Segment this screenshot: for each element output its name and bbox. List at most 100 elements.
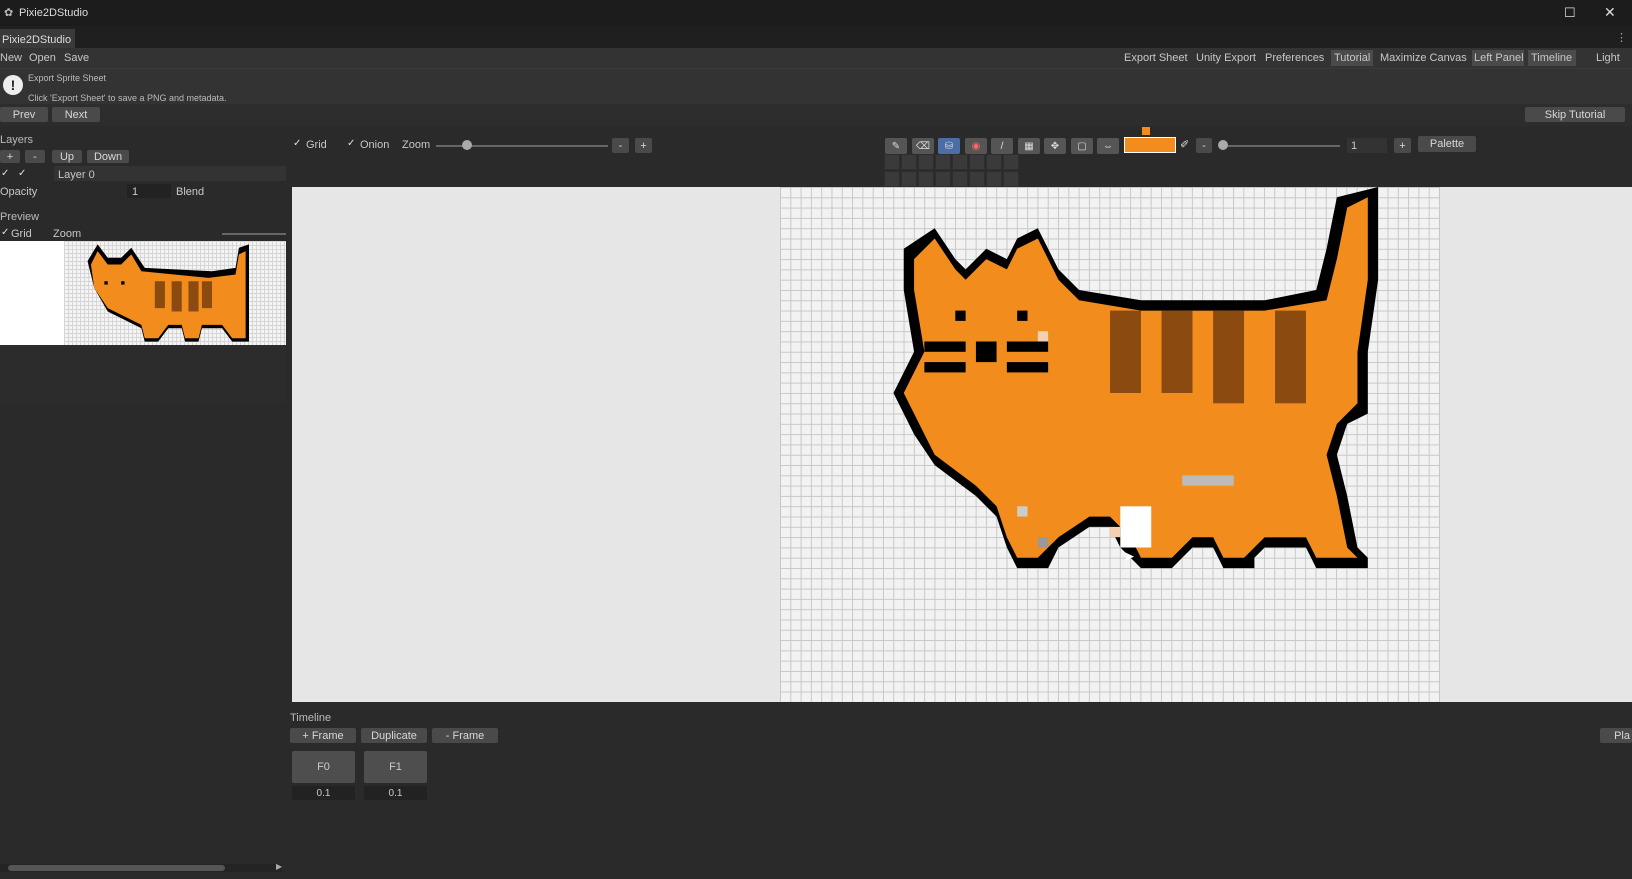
palette-button[interactable]: Palette: [1418, 136, 1476, 152]
menu-tutorial[interactable]: Tutorial: [1334, 52, 1370, 64]
preview-heading: Preview: [0, 211, 40, 223]
palette-swatch[interactable]: [935, 171, 951, 187]
palette-swatch[interactable]: [935, 154, 951, 170]
palette-swatch[interactable]: [986, 154, 1002, 170]
scrollbar-thumb[interactable]: [8, 865, 225, 871]
add-frame-button[interactable]: + Frame: [290, 728, 356, 743]
onion-label: Onion: [360, 139, 390, 151]
add-layer-button[interactable]: +: [0, 150, 20, 163]
frame-thumb-1[interactable]: F1: [364, 751, 427, 783]
menu-new[interactable]: New: [0, 52, 22, 64]
eraser-icon[interactable]: ⌫: [912, 138, 934, 154]
tutorial-notice: ! Export Sprite Sheet Click 'Export Shee…: [0, 68, 1632, 104]
layer-visible-checkbox[interactable]: ✓: [1, 169, 11, 179]
maximize-icon[interactable]: ☐: [1564, 5, 1576, 21]
palette-swatch[interactable]: [1003, 154, 1019, 170]
menu-save[interactable]: Save: [64, 52, 89, 64]
duplicate-frame-button[interactable]: Duplicate: [361, 728, 427, 743]
app-window: ✿ Pixie2DStudio ☐ ✕ Pixie2DStudio ⋮ New …: [0, 0, 1632, 879]
palette-swatch[interactable]: [969, 171, 985, 187]
prev-button[interactable]: Prev: [0, 107, 48, 122]
layer-down-button[interactable]: Down: [87, 150, 129, 163]
zoom-in-button[interactable]: +: [635, 138, 652, 153]
skip-tutorial-button[interactable]: Skip Tutorial: [1525, 107, 1625, 122]
window-title: Pixie2DStudio: [19, 7, 89, 19]
select-icon[interactable]: ▢: [1071, 138, 1093, 154]
cat-sprite: [893, 187, 1379, 569]
pencil-icon[interactable]: ✎: [885, 138, 907, 154]
palette-swatch[interactable]: [884, 154, 900, 170]
layer-up-button[interactable]: Up: [52, 150, 82, 163]
line-icon[interactable]: /: [991, 138, 1013, 154]
menu-maximize-canvas[interactable]: Maximize Canvas: [1380, 52, 1467, 64]
next-button[interactable]: Next: [52, 107, 100, 122]
palette-swatch[interactable]: [1003, 171, 1019, 187]
layer-lock-checkbox[interactable]: ✓: [18, 169, 28, 179]
frame-thumb-0[interactable]: F0: [292, 751, 355, 783]
kebab-menu-icon[interactable]: ⋮: [1616, 31, 1627, 44]
brush-plus-button[interactable]: +: [1394, 138, 1411, 153]
preview-zoom-label: Zoom: [53, 228, 82, 240]
menu-light[interactable]: Light: [1596, 52, 1620, 64]
info-icon: !: [3, 75, 23, 95]
fill-bucket-icon[interactable]: ⛁: [938, 138, 960, 154]
preview-zoom-slider[interactable]: [222, 233, 286, 235]
preview-grid-label: Grid: [11, 228, 32, 240]
onion-checkbox[interactable]: ✓: [347, 139, 357, 149]
palette-swatch[interactable]: [918, 171, 934, 187]
opacity-value: 1: [132, 186, 139, 198]
play-button[interactable]: Pla: [1600, 728, 1632, 743]
opacity-label: Opacity: [0, 186, 38, 198]
menu-preferences[interactable]: Preferences: [1265, 52, 1324, 64]
preview-image: [64, 241, 286, 345]
tab-main-label: Pixie2DStudio: [2, 34, 72, 46]
grid-checkbox[interactable]: ✓: [293, 139, 303, 149]
grid-label: Grid: [306, 139, 327, 151]
zoom-slider-knob[interactable]: [462, 140, 472, 150]
layer-name: Layer 0: [58, 169, 95, 181]
preview-grid-checkbox[interactable]: ✓: [1, 228, 11, 238]
mouse-cursor-icon: ➤: [1123, 548, 1135, 564]
palette-swatch[interactable]: [952, 154, 968, 170]
palette-swatch[interactable]: [901, 171, 917, 187]
menu-export-sheet[interactable]: Export Sheet: [1124, 52, 1188, 64]
scroll-right-arrow-icon[interactable]: ▶: [276, 862, 282, 871]
frame-duration-0[interactable]: 0.1: [292, 786, 355, 800]
current-color-marker: [1142, 127, 1150, 135]
blend-label[interactable]: Blend: [176, 186, 204, 198]
color-picker-icon[interactable]: ✐: [1180, 138, 1189, 151]
tutorial-nav: Prev Next Skip Tutorial: [0, 104, 1632, 126]
menu-left-panel[interactable]: Left Panel: [1474, 52, 1524, 64]
close-icon[interactable]: ✕: [1604, 4, 1616, 21]
zoom-out-button[interactable]: -: [612, 138, 629, 153]
menu-unity-export[interactable]: Unity Export: [1196, 52, 1256, 64]
mirror-icon[interactable]: ⇔: [1097, 138, 1119, 154]
brush-size-knob[interactable]: [1218, 140, 1228, 150]
move-icon[interactable]: ✥: [1044, 138, 1066, 154]
eyedropper-icon[interactable]: ◉: [965, 138, 987, 154]
rect-icon[interactable]: ▦: [1018, 138, 1040, 154]
layers-heading: Layers: [0, 134, 34, 146]
palette-swatch[interactable]: [969, 154, 985, 170]
timeline-heading: Timeline: [290, 712, 332, 724]
remove-layer-button[interactable]: -: [25, 150, 45, 163]
notice-title: Export Sprite Sheet: [28, 73, 107, 83]
menu-bar: New Open Save Export Sheet Unity Export …: [0, 48, 1632, 68]
palette-swatch[interactable]: [986, 171, 1002, 187]
menu-timeline[interactable]: Timeline: [1531, 52, 1572, 64]
preview-cat-sprite: [87, 244, 249, 342]
current-color-swatch[interactable]: [1124, 137, 1176, 153]
frame-duration-1[interactable]: 0.1: [364, 786, 427, 800]
palette-swatch[interactable]: [918, 154, 934, 170]
palette-swatch[interactable]: [884, 171, 900, 187]
pixel-grid[interactable]: [780, 187, 1440, 702]
tab-row: Pixie2DStudio ⋮: [0, 26, 1632, 48]
brush-size-value: 1: [1351, 140, 1358, 152]
menu-open[interactable]: Open: [29, 52, 56, 64]
brush-size-slider[interactable]: [1228, 145, 1340, 147]
palette-swatch[interactable]: [952, 171, 968, 187]
remove-frame-button[interactable]: - Frame: [432, 728, 498, 743]
brush-minus-button[interactable]: -: [1196, 138, 1212, 153]
palette-swatch[interactable]: [901, 154, 917, 170]
title-bar: ✿ Pixie2DStudio ☐ ✕: [0, 0, 1632, 26]
